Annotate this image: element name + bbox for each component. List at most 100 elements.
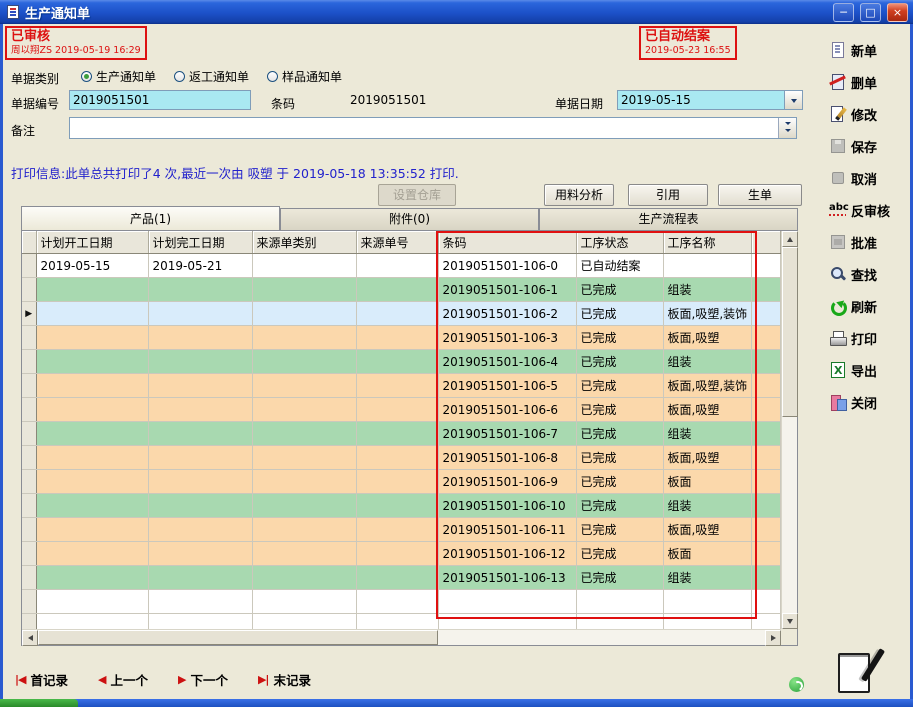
- cell-barcode[interactable]: 2019051501-106-3: [438, 326, 576, 350]
- cell-plan-end[interactable]: [148, 542, 252, 566]
- doc-type-radio-option[interactable]: 样品通知单: [267, 68, 342, 85]
- sidebar-item[interactable]: 关闭: [829, 392, 909, 412]
- cell-plan-start[interactable]: [36, 350, 148, 374]
- cell-status[interactable]: 已完成: [576, 350, 663, 374]
- grid-row[interactable]: 2019051501-106-11 已完成 板面,吸塑: [22, 518, 781, 542]
- cell-status[interactable]: 已完成: [576, 470, 663, 494]
- cell-plan-start[interactable]: [36, 398, 148, 422]
- record-nav-button[interactable]: ▶ 下一个: [178, 670, 228, 689]
- cell-plan-end[interactable]: [148, 278, 252, 302]
- grid-row[interactable]: 2019051501-106-8 已完成 板面,吸塑: [22, 446, 781, 470]
- grid-row[interactable]: 2019051501-106-12 已完成 板面: [22, 542, 781, 566]
- cell-source-no[interactable]: [356, 470, 438, 494]
- cell-plan-end[interactable]: [148, 302, 252, 326]
- radio-icon[interactable]: [267, 71, 278, 82]
- grid-row[interactable]: 2019051501-106-5 已完成 板面,吸塑,装饰: [22, 374, 781, 398]
- cell-barcode[interactable]: 2019051501-106-6: [438, 398, 576, 422]
- cell-barcode[interactable]: 2019051501-106-9: [438, 470, 576, 494]
- cell-source-no[interactable]: [356, 374, 438, 398]
- doc-date-combo[interactable]: 2019-05-15: [617, 90, 803, 110]
- cell-plan-end[interactable]: [148, 470, 252, 494]
- minimize-button[interactable]: ─: [833, 3, 854, 22]
- cell-status[interactable]: 已完成: [576, 302, 663, 326]
- cell-source-no[interactable]: [356, 350, 438, 374]
- tab[interactable]: 产品(1): [21, 206, 280, 230]
- cell-process[interactable]: 组装: [663, 494, 751, 518]
- cell-plan-start[interactable]: [36, 542, 148, 566]
- cell-barcode[interactable]: 2019051501-106-11: [438, 518, 576, 542]
- cell-source-type[interactable]: [252, 422, 356, 446]
- record-nav-button[interactable]: |◀ 首记录: [15, 670, 68, 689]
- cell-status[interactable]: 已完成: [576, 278, 663, 302]
- cell-source-type[interactable]: [252, 566, 356, 590]
- cell-plan-end[interactable]: 2019-05-21: [148, 254, 252, 278]
- col-barcode[interactable]: 条码: [438, 231, 576, 254]
- cell-process[interactable]: 板面,吸塑: [663, 326, 751, 350]
- remark-input[interactable]: [70, 118, 778, 138]
- cell-status[interactable]: 已完成: [576, 494, 663, 518]
- cell-status[interactable]: 已完成: [576, 326, 663, 350]
- cell-process[interactable]: 组装: [663, 422, 751, 446]
- cell-plan-start[interactable]: [36, 278, 148, 302]
- set-warehouse-button[interactable]: 设置仓库: [378, 184, 456, 206]
- vertical-scroll-thumb[interactable]: [782, 247, 798, 417]
- cell-source-type[interactable]: [252, 398, 356, 422]
- col-process-status[interactable]: 工序状态: [576, 231, 663, 254]
- sidebar-item[interactable]: 取消: [829, 168, 909, 188]
- cell-barcode[interactable]: 2019051501-106-2: [438, 302, 576, 326]
- cell-status[interactable]: 已完成: [576, 374, 663, 398]
- sidebar-item[interactable]: 反审核: [829, 200, 909, 220]
- cell-process[interactable]: [663, 254, 751, 278]
- sidebar-item[interactable]: 保存: [829, 136, 909, 156]
- grid-row[interactable]: 2019051501-106-7 已完成 组装: [22, 422, 781, 446]
- cell-plan-end[interactable]: [148, 326, 252, 350]
- grid-row[interactable]: 2019051501-106-3 已完成 板面,吸塑: [22, 326, 781, 350]
- cell-source-type[interactable]: [252, 470, 356, 494]
- cell-plan-end[interactable]: [148, 566, 252, 590]
- cell-source-no[interactable]: [356, 398, 438, 422]
- doc-type-radio-option[interactable]: 返工通知单: [174, 68, 249, 85]
- sidebar-item[interactable]: 导出: [829, 360, 909, 380]
- cell-source-type[interactable]: [252, 446, 356, 470]
- remark-expand-button[interactable]: [778, 118, 796, 138]
- cell-source-no[interactable]: [356, 422, 438, 446]
- cell-source-type[interactable]: [252, 302, 356, 326]
- cell-process[interactable]: 板面,吸塑,装饰: [663, 374, 751, 398]
- cell-plan-start[interactable]: 2019-05-15: [36, 254, 148, 278]
- cell-process[interactable]: 组装: [663, 350, 751, 374]
- cell-status[interactable]: 已完成: [576, 542, 663, 566]
- cell-source-no[interactable]: [356, 446, 438, 470]
- grid-row[interactable]: 2019051501-106-13 已完成 组装: [22, 566, 781, 590]
- horizontal-scrollbar[interactable]: [22, 629, 781, 645]
- cell-source-no[interactable]: [356, 518, 438, 542]
- close-button[interactable]: ×: [887, 3, 908, 22]
- cell-source-no[interactable]: [356, 302, 438, 326]
- cell-source-type[interactable]: [252, 494, 356, 518]
- cell-plan-end[interactable]: [148, 494, 252, 518]
- sidebar-item[interactable]: 修改: [829, 104, 909, 124]
- grid-row[interactable]: 2019051501-106-9 已完成 板面: [22, 470, 781, 494]
- cell-plan-end[interactable]: [148, 350, 252, 374]
- grid-row[interactable]: 2019051501-106-1 已完成 组装: [22, 278, 781, 302]
- cell-plan-start[interactable]: [36, 494, 148, 518]
- cell-status[interactable]: 已完成: [576, 518, 663, 542]
- sidebar-item[interactable]: 新单: [829, 40, 909, 60]
- tab[interactable]: 生产流程表: [539, 208, 798, 230]
- cell-barcode[interactable]: 2019051501-106-0: [438, 254, 576, 278]
- cell-process[interactable]: 板面: [663, 542, 751, 566]
- cell-status[interactable]: 已完成: [576, 422, 663, 446]
- cell-barcode[interactable]: 2019051501-106-8: [438, 446, 576, 470]
- cell-plan-end[interactable]: [148, 446, 252, 470]
- cell-process[interactable]: 板面,吸塑,装饰: [663, 302, 751, 326]
- cell-process[interactable]: 板面: [663, 470, 751, 494]
- cell-source-type[interactable]: [252, 326, 356, 350]
- doc-date-dropdown-button[interactable]: [784, 91, 802, 109]
- cell-plan-start[interactable]: [36, 422, 148, 446]
- cell-plan-start[interactable]: [36, 374, 148, 398]
- cell-plan-start[interactable]: [36, 326, 148, 350]
- scroll-left-button[interactable]: [22, 630, 38, 646]
- cell-plan-end[interactable]: [148, 422, 252, 446]
- grid-row[interactable]: 2019051501-106-4 已完成 组装: [22, 350, 781, 374]
- grid-row[interactable]: 2019051501-106-10 已完成 组装: [22, 494, 781, 518]
- cell-source-type[interactable]: [252, 278, 356, 302]
